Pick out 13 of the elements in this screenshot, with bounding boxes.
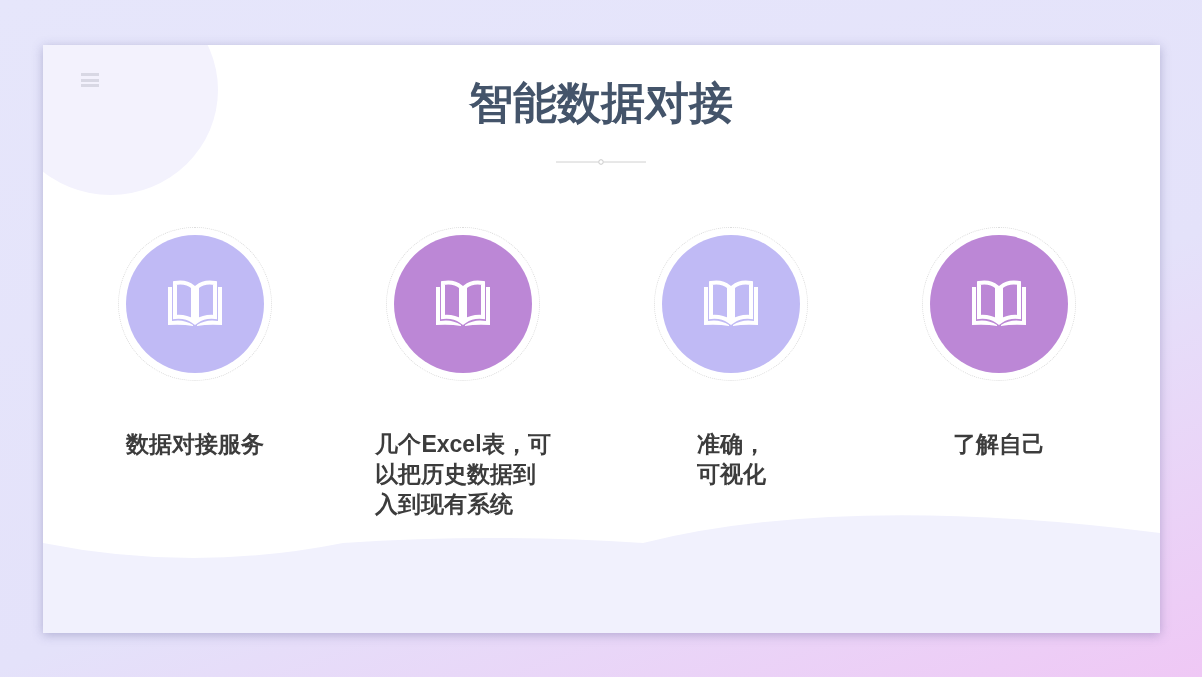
open-book-icon [166,279,224,329]
slide-title: 智能数据对接 [469,77,733,129]
feature-text: 几个Excel表，可 [375,430,551,459]
open-book-icon [702,279,760,329]
open-book-icon [434,279,492,329]
feature-text: 准确， [696,430,766,459]
feature-text: 可视化 [696,460,766,489]
feature-text: 了解自己 [953,430,1045,459]
open-book-icon [970,279,1028,329]
feature-text: 入到现有系统 [375,490,514,519]
feature-text: 以把历史数据到 [375,460,537,489]
feature-text: 数据对接服务 [126,430,264,459]
menu-icon[interactable] [80,73,99,87]
